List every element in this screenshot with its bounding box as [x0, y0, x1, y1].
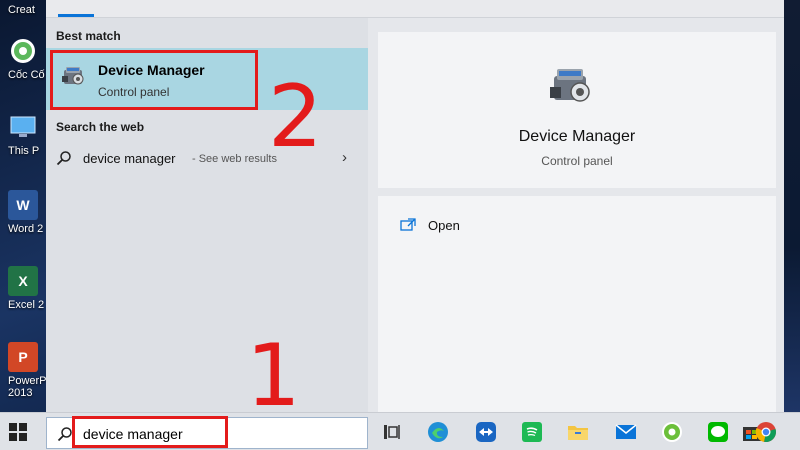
excel-icon: X — [8, 266, 38, 296]
active-tab-indicator — [58, 14, 94, 17]
teamviewer-icon[interactable] — [475, 421, 497, 443]
desktop-icon-label-line2: 2013 — [8, 387, 33, 399]
search-icon — [57, 426, 73, 442]
search-icon — [56, 150, 72, 166]
desktop-icon-label: Cốc Cố — [8, 69, 45, 81]
annotation-box-step-2 — [50, 50, 258, 110]
detail-actions: Open — [378, 196, 776, 412]
device-manager-large-icon — [546, 60, 598, 112]
open-label: Open — [428, 218, 460, 233]
coc-coc-icon[interactable] — [661, 421, 683, 443]
desktop-icon-powerpoint[interactable]: P PowerP 2013 — [0, 342, 47, 399]
desktop-icon-coc-coc[interactable]: Cốc Cố — [0, 36, 46, 81]
desktop-icon-label: Creat — [8, 4, 35, 16]
desktop-icon-word[interactable]: W Word 2 — [0, 190, 46, 235]
desktop-icon-label: PowerP — [8, 375, 47, 387]
detail-card: Device Manager Control panel — [378, 32, 776, 188]
spotify-icon[interactable] — [521, 421, 543, 443]
desktop-icon-label: Word 2 — [8, 223, 44, 235]
web-result-query: device manager — [83, 151, 176, 166]
filter-tabs-strip — [46, 0, 784, 18]
search-web-heading: Search the web — [56, 120, 145, 134]
edge-icon[interactable] — [427, 421, 449, 443]
annotation-box-step-1 — [72, 416, 228, 448]
web-result-note: - See web results — [192, 153, 277, 165]
desktop-icon-creative[interactable]: Creat — [0, 0, 46, 16]
detail-title: Device Manager — [518, 128, 636, 145]
this-pc-icon — [8, 112, 38, 142]
powerpoint-icon: P — [8, 342, 38, 372]
desktop-icon-this-pc[interactable]: This P — [0, 112, 46, 157]
line-icon[interactable] — [707, 421, 729, 443]
desktop-icon-label: Excel 2 — [8, 299, 45, 311]
desktop-icon-label: This P — [8, 145, 40, 157]
mail-icon[interactable] — [615, 421, 637, 443]
chevron-right-icon[interactable]: › — [342, 149, 347, 166]
task-view-icon[interactable] — [381, 421, 403, 443]
best-match-heading: Best match — [56, 29, 121, 43]
word-icon: W — [8, 190, 38, 220]
desktop-right-edge — [784, 0, 800, 412]
annotation-number-1: 1 — [246, 326, 301, 426]
coc-coc-icon — [8, 36, 38, 66]
chrome-icon[interactable] — [755, 421, 777, 443]
windows-start-icon[interactable] — [8, 422, 28, 442]
detail-subtitle: Control panel — [541, 154, 613, 168]
file-explorer-icon[interactable] — [567, 421, 589, 443]
desktop-icon-excel[interactable]: X Excel 2 — [0, 266, 46, 311]
open-icon — [400, 218, 416, 232]
annotation-number-2: 2 — [268, 67, 323, 167]
